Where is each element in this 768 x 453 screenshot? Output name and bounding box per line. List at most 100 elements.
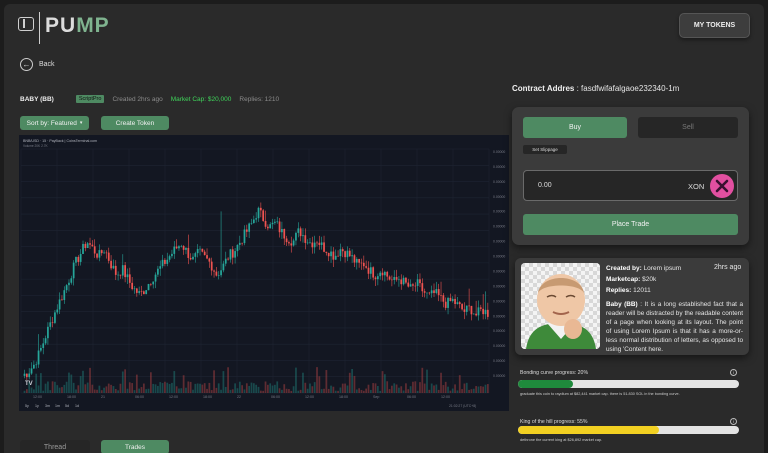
amount-input[interactable]: 0.00 XON xyxy=(523,170,738,201)
candle-body xyxy=(355,258,358,263)
candle-body xyxy=(250,222,253,224)
candle-body xyxy=(145,290,148,295)
candle-body xyxy=(203,251,206,256)
volume-bar xyxy=(482,386,485,393)
volume-bar xyxy=(281,389,283,393)
volume-bar xyxy=(86,382,89,393)
logo-text-green: MP xyxy=(76,14,110,37)
candle-body xyxy=(231,249,234,258)
candle-body xyxy=(194,253,197,257)
candle-body xyxy=(465,305,468,312)
candle-body xyxy=(367,267,370,274)
candle-body xyxy=(68,282,70,286)
my-tokens-button[interactable]: MY TOKENS xyxy=(679,13,750,38)
app-page: PUMP MY TOKENS ← Back BABY (BB) ScriptPr… xyxy=(4,4,764,453)
back-button[interactable]: ← Back xyxy=(20,58,55,71)
candle-body xyxy=(278,221,281,233)
buy-button[interactable]: Buy xyxy=(523,117,627,138)
volume-bar xyxy=(386,381,389,393)
info-marketcap: Marketcap: $20k xyxy=(606,276,656,283)
candle-body xyxy=(274,221,276,223)
volume-bar xyxy=(353,375,356,393)
timeframe-button[interactable]: 1d xyxy=(75,404,79,408)
volume-bar xyxy=(243,389,246,393)
candle-body xyxy=(334,255,337,260)
king-info-icon[interactable]: i xyxy=(730,418,737,425)
volume-bar xyxy=(210,390,213,393)
candle-body xyxy=(484,309,487,315)
timeframe-button[interactable]: 5d xyxy=(65,404,69,408)
bonding-note: graduate this coin to raydium at $82,441… xyxy=(520,392,680,396)
volume-bar xyxy=(56,385,59,393)
volume-bar xyxy=(194,383,197,393)
marketcap-value: $20k xyxy=(640,276,657,283)
sidebar-toggle-icon[interactable] xyxy=(18,17,34,31)
tab-thread[interactable]: Thread xyxy=(20,440,90,453)
candle-body xyxy=(238,242,241,245)
volume-bar xyxy=(208,382,211,393)
candle-body xyxy=(468,305,470,307)
volume-bar xyxy=(196,383,199,393)
volume-bar xyxy=(61,387,63,393)
replies-label: Replies: xyxy=(606,287,632,294)
candle-body xyxy=(358,258,360,263)
timeframe-button[interactable]: 1y xyxy=(35,404,39,408)
volume-bar xyxy=(472,388,475,393)
y-tick-label: 0.00000 xyxy=(493,374,505,378)
volume-bar xyxy=(124,369,126,393)
candle-body xyxy=(100,250,103,254)
candle-body xyxy=(75,256,77,263)
king-progress-bar xyxy=(518,426,739,434)
bonding-info-icon[interactable]: i xyxy=(730,369,737,376)
volume-bar xyxy=(75,389,77,393)
volume-bar xyxy=(426,369,428,393)
volume-bar xyxy=(332,386,335,393)
app-logo[interactable]: PUMP xyxy=(45,14,110,38)
back-label: Back xyxy=(39,61,55,68)
candle-body xyxy=(222,263,225,271)
timeframe-button[interactable]: 5y xyxy=(25,404,29,408)
candle-body xyxy=(386,271,389,277)
sell-button[interactable]: Sell xyxy=(638,117,738,138)
candle-body xyxy=(360,262,363,264)
candle-body xyxy=(456,302,459,304)
candle-body xyxy=(295,232,297,241)
candle-body xyxy=(178,246,180,249)
volume-bar xyxy=(96,389,98,393)
candle-body xyxy=(470,305,473,315)
marketcap-label: Marketcap: xyxy=(606,276,641,283)
candle-body xyxy=(201,248,204,252)
candle-body xyxy=(47,326,49,339)
contract-address: Contract Addres : fasdfwifafalgaoe232340… xyxy=(512,84,679,93)
y-tick-label: 0.00000 xyxy=(493,210,505,214)
info-time-ago: 2hrs ago xyxy=(714,264,742,271)
candle-body xyxy=(234,251,236,258)
price-chart[interactable]: 0.00000 0.00000 0.00000 0.00000 0.00000 0.000… xyxy=(19,135,509,411)
timeframe-button[interactable]: 1m xyxy=(55,404,60,408)
sort-dropdown[interactable]: Sort by: Featured ▾ xyxy=(20,116,89,130)
volume-bar xyxy=(325,370,328,393)
tab-trades[interactable]: Trades xyxy=(101,440,169,453)
volume-bar xyxy=(199,383,201,393)
volume-bar xyxy=(227,367,229,393)
timeframe-button[interactable]: 3m xyxy=(45,404,50,408)
candle-body xyxy=(44,338,47,344)
xon-token-icon[interactable] xyxy=(710,174,734,198)
candle-body xyxy=(37,350,40,365)
candle-body xyxy=(430,290,433,294)
coin-market-cap: Market Cap: $20,000 xyxy=(170,95,232,103)
volume-bar xyxy=(201,384,204,393)
candlestick-chart[interactable]: 0.00000 0.00000 0.00000 0.00000 0.00000 0.000… xyxy=(19,135,509,411)
volume-bar xyxy=(175,386,178,393)
candle-body xyxy=(171,253,173,257)
candle-body xyxy=(135,288,138,293)
candle-body xyxy=(220,270,222,276)
set-slippage-button[interactable]: Set Slippage xyxy=(523,145,567,154)
volume-bar xyxy=(206,388,208,393)
candle-body xyxy=(384,271,386,276)
candle-body xyxy=(213,270,215,272)
create-token-button[interactable]: Create Token xyxy=(101,116,169,130)
place-trade-button[interactable]: Place Trade xyxy=(523,214,738,235)
candle-body xyxy=(442,295,445,302)
volume-bar xyxy=(164,381,166,393)
